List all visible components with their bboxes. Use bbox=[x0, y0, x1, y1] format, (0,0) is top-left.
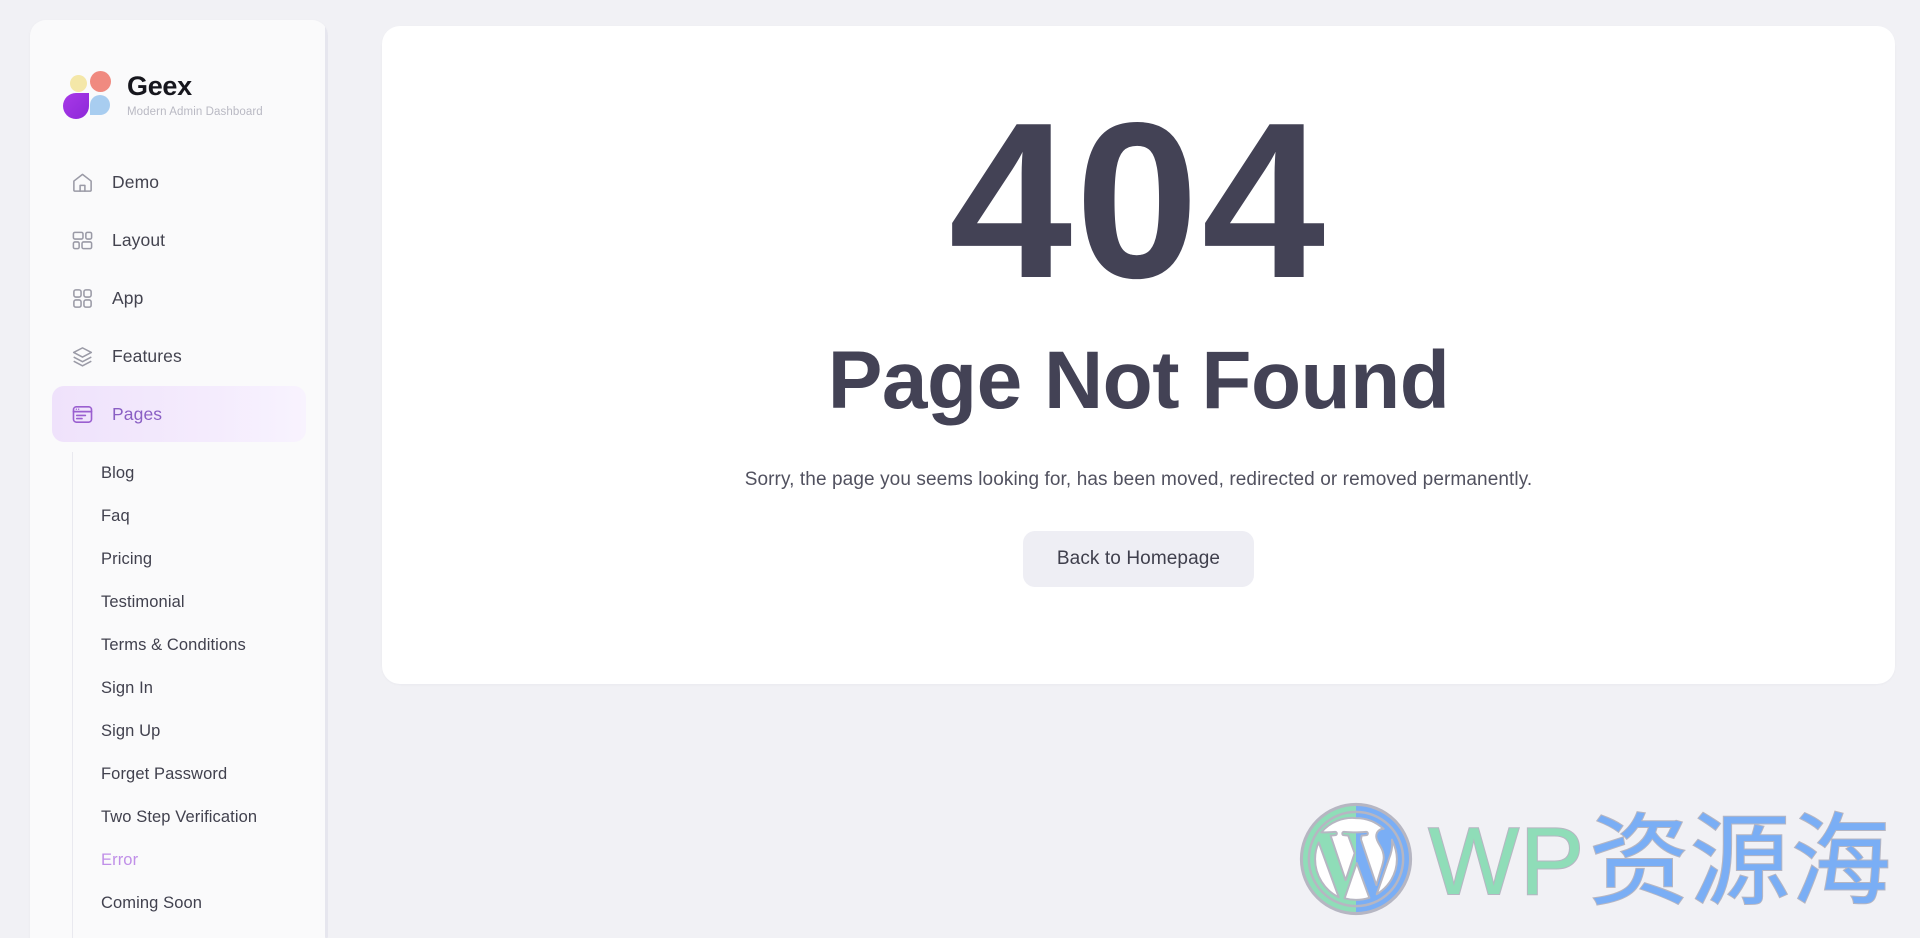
sidebar-scroll-area[interactable]: Geex Modern Admin Dashboard Demo Layout … bbox=[30, 20, 328, 938]
sidebar-item-app[interactable]: App bbox=[52, 270, 306, 326]
submenu-item-terms-conditions[interactable]: Terms & Conditions bbox=[101, 624, 306, 667]
submenu-item-faq[interactable]: Faq bbox=[101, 495, 306, 538]
logo-petal-red bbox=[90, 71, 111, 92]
logo-petal-purple bbox=[63, 93, 89, 119]
submenu-item-error[interactable]: Error bbox=[101, 839, 306, 882]
brand-logo[interactable]: Geex Modern Admin Dashboard bbox=[30, 20, 328, 140]
layout-icon bbox=[70, 228, 94, 252]
wordpress-logo-icon bbox=[1294, 797, 1418, 926]
sidebar-item-pages[interactable]: Pages bbox=[52, 386, 306, 442]
home-icon bbox=[70, 170, 94, 194]
sidebar-item-features[interactable]: Features bbox=[52, 328, 306, 384]
sidebar-submenu-pages: Blog Faq Pricing Testimonial Terms & Con… bbox=[72, 452, 306, 938]
sidebar: Geex Modern Admin Dashboard Demo Layout … bbox=[30, 20, 328, 938]
flower-petals-logo-icon bbox=[61, 69, 113, 121]
logo-petal-blue bbox=[90, 95, 110, 115]
sidebar-item-label: Pages bbox=[112, 403, 163, 424]
brand-tagline: Modern Admin Dashboard bbox=[127, 105, 263, 118]
submenu-item-coming-soon[interactable]: Coming Soon bbox=[101, 882, 306, 925]
error-description: Sorry, the page you seems looking for, h… bbox=[744, 468, 1533, 490]
app-root: Geex Modern Admin Dashboard Demo Layout … bbox=[0, 0, 1920, 938]
sidebar-item-demo[interactable]: Demo bbox=[52, 154, 306, 210]
browser-window-icon bbox=[70, 402, 94, 426]
page-title: Page Not Found bbox=[827, 335, 1450, 427]
error-code: 404 bbox=[948, 77, 1329, 325]
submenu-item-pricing[interactable]: Pricing bbox=[101, 538, 306, 581]
submenu-item-sign-in[interactable]: Sign In bbox=[101, 667, 306, 710]
submenu-item-sign-up[interactable]: Sign Up bbox=[101, 710, 306, 753]
brand-text-block: Geex Modern Admin Dashboard bbox=[127, 71, 263, 118]
grid-apps-icon bbox=[70, 286, 94, 310]
error-card: 404 Page Not Found Sorry, the page you s… bbox=[382, 26, 1895, 684]
sidebar-item-label: Layout bbox=[112, 229, 166, 250]
sidebar-item-label: Features bbox=[112, 345, 182, 366]
submenu-item-testimonial[interactable]: Testimonial bbox=[101, 581, 306, 624]
layers-icon bbox=[70, 344, 94, 368]
submenu-item-two-step-verification[interactable]: Two Step Verification bbox=[101, 796, 306, 839]
sidebar-item-layout[interactable]: Layout bbox=[52, 212, 306, 268]
watermark-latin-text: WP bbox=[1427, 807, 1585, 915]
watermark-text-block: WP 资源海 bbox=[1427, 805, 1892, 918]
sidebar-item-label: Demo bbox=[112, 171, 160, 192]
logo-petal-yellow bbox=[70, 75, 87, 92]
watermark: WP 资源海 bbox=[1294, 797, 1892, 926]
main-content: 404 Page Not Found Sorry, the page you s… bbox=[328, 0, 1920, 938]
submenu-item-forget-password[interactable]: Forget Password bbox=[101, 753, 306, 796]
sidebar-nav: Demo Layout App Features Pages Blog Faq … bbox=[30, 140, 328, 938]
sidebar-item-label: App bbox=[112, 287, 144, 308]
back-to-homepage-button[interactable]: Back to Homepage bbox=[1022, 530, 1255, 587]
watermark-cjk-text: 资源海 bbox=[1588, 805, 1892, 918]
submenu-item-maintenance[interactable]: Maintenance bbox=[101, 925, 306, 938]
submenu-item-blog[interactable]: Blog bbox=[101, 452, 306, 495]
brand-name: Geex bbox=[127, 71, 192, 102]
